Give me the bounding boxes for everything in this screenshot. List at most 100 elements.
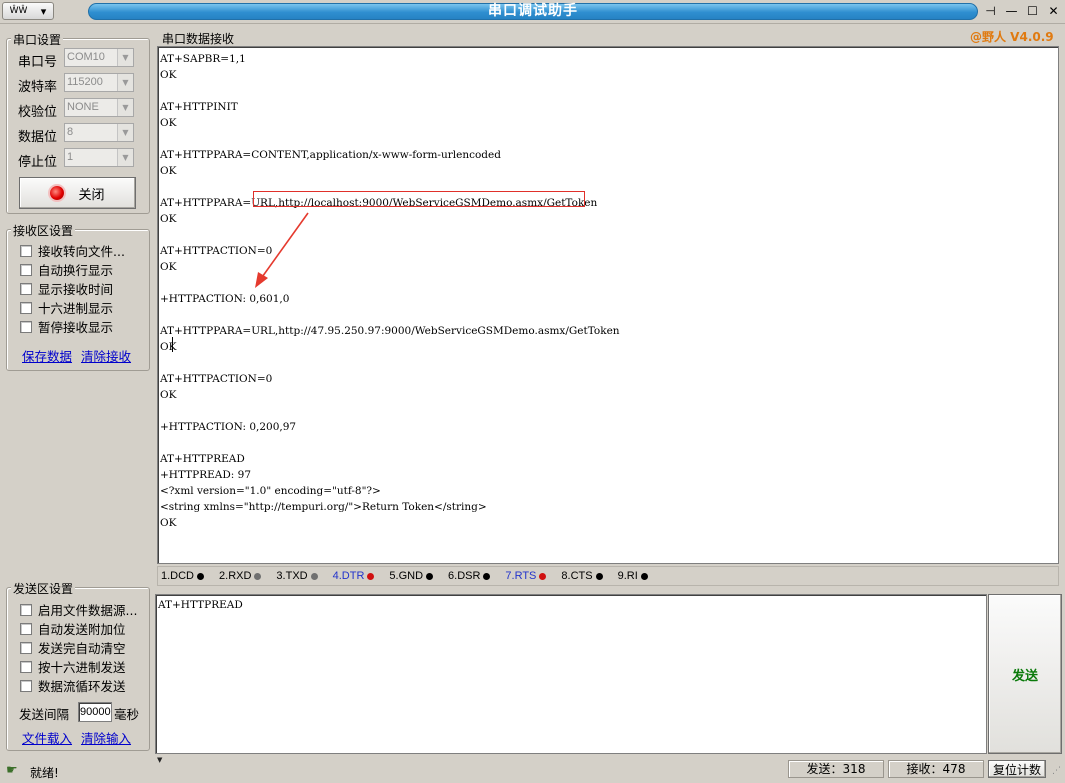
- receive-text: AT+SAPBR=1,1 OK AT+HTTPINIT OK AT+HTTPPARA…: [160, 51, 620, 531]
- status-ready: 就绪!: [30, 766, 59, 780]
- receive-line: AT+SAPBR=1,1: [160, 53, 246, 65]
- pin-label: 6.DSR: [448, 570, 481, 582]
- dropdown-arrow-icon: ▼: [117, 149, 133, 166]
- send-option-auto-clear[interactable]: 发送完自动清空: [20, 638, 137, 657]
- receive-line: OK: [160, 117, 177, 129]
- recv-option-to-file[interactable]: 接收转向文件...: [20, 241, 125, 260]
- stopbits-label: 停止位: [18, 155, 58, 170]
- interval-label: 发送间隔: [19, 707, 70, 722]
- databits-label: 数据位: [18, 130, 58, 145]
- maximize-button[interactable]: ☐: [1024, 4, 1042, 20]
- clear-input-link[interactable]: 清除输入: [81, 728, 131, 747]
- receive-line: AT+HTTPINIT: [160, 101, 238, 113]
- send-option-append[interactable]: 自动发送附加位: [20, 619, 137, 638]
- chevron-down-icon: ▾: [40, 4, 47, 18]
- pin-icon[interactable]: ⊣: [982, 4, 1000, 20]
- checkbox[interactable]: [20, 244, 32, 257]
- receive-line: OK: [160, 261, 177, 273]
- checkbox[interactable]: [20, 603, 32, 616]
- parity-select[interactable]: NONE ▼: [64, 98, 134, 117]
- send-button[interactable]: 发送: [988, 594, 1062, 754]
- reset-count-button[interactable]: 复位计数: [988, 760, 1046, 778]
- pin-indicator: 5.GND: [389, 570, 434, 582]
- close-port-button[interactable]: 关闭: [19, 177, 136, 209]
- pin-status-dot-icon: [539, 572, 547, 580]
- pin-label: 5.GND: [389, 570, 424, 582]
- receive-settings-group: 接收区设置 接收转向文件... 自动换行显示 显示接收时间 十六进制显示 暂停接…: [6, 222, 150, 371]
- receive-line: <?xml version="1.0" encoding="utf-8"?>: [160, 485, 381, 497]
- pin-indicator: 3.TXD: [276, 570, 318, 582]
- checkbox[interactable]: [20, 660, 32, 673]
- pin-indicator: 1.DCD: [161, 570, 205, 582]
- checkbox[interactable]: [20, 263, 32, 276]
- dropdown-arrow-icon: ▼: [117, 74, 133, 91]
- send-option-file-source[interactable]: 启用文件数据源...: [20, 600, 137, 619]
- version-label: @野人 V4.0.9: [970, 30, 1054, 44]
- receive-line: OK: [160, 341, 177, 353]
- receive-textarea[interactable]: AT+SAPBR=1,1 OK AT+HTTPINIT OK AT+HTTPPARA…: [157, 46, 1059, 564]
- resize-grip-icon: ⋰: [1052, 766, 1061, 776]
- send-option-loop[interactable]: 数据流循环发送: [20, 676, 137, 695]
- recv-option-pause[interactable]: 暂停接收显示: [20, 317, 125, 336]
- send-settings-title: 发送区设置: [11, 580, 76, 597]
- receive-line: AT+HTTPREAD: [160, 453, 245, 465]
- recv-option-hex[interactable]: 十六进制显示: [20, 298, 125, 317]
- checkbox[interactable]: [20, 641, 32, 654]
- receive-line: OK: [160, 165, 177, 177]
- checkbox[interactable]: [20, 301, 32, 314]
- pin-label: 1.DCD: [161, 570, 195, 582]
- highlight-rectangle: [253, 191, 585, 207]
- red-light-icon: [50, 186, 65, 200]
- parity-label: 校验位: [18, 105, 58, 120]
- pin-label: 8.CTS: [561, 570, 593, 582]
- dropdown-arrow-icon: ▼: [117, 49, 133, 66]
- receive-line: [160, 83, 620, 99]
- receive-line: [160, 227, 620, 243]
- text-caret: [172, 337, 173, 352]
- receive-line: <string xmlns="http://tempuri.org/">Retu…: [160, 501, 487, 513]
- receive-line: [160, 435, 620, 451]
- dropdown-arrow-icon: ▼: [117, 124, 133, 141]
- status-bar: ☛ 就绪! 发送：318 接收：478 复位计数 ⋰: [0, 758, 1065, 783]
- receive-line: OK: [160, 517, 177, 529]
- pin-status-dot-icon: [483, 572, 491, 580]
- system-menu-button[interactable]: ŴŴ ▾: [2, 2, 54, 20]
- send-settings-group: 发送区设置 启用文件数据源... 自动发送附加位 发送完自动清空 按十六进制发送…: [6, 580, 150, 751]
- pin-status-dot-icon: [595, 572, 603, 580]
- recv-option-show-time[interactable]: 显示接收时间: [20, 279, 125, 298]
- receive-line: +HTTPACTION: 0,200,97: [160, 421, 297, 433]
- send-option-hex[interactable]: 按十六进制发送: [20, 657, 137, 676]
- baud-select[interactable]: 115200 ▼: [64, 73, 134, 92]
- ready-icon: ☛: [6, 763, 18, 778]
- receive-line: OK: [160, 213, 177, 225]
- minimize-button[interactable]: —: [1003, 4, 1021, 20]
- send-text: AT+HTTPREAD: [158, 599, 243, 611]
- checkbox[interactable]: [20, 622, 32, 635]
- pin-indicator: 4.DTR: [333, 570, 375, 582]
- save-data-link[interactable]: 保存数据: [22, 346, 72, 365]
- clear-receive-link[interactable]: 清除接收: [81, 346, 131, 365]
- port-label: 串口号: [18, 55, 58, 70]
- pin-status-dot-icon: [426, 572, 434, 580]
- recv-option-auto-wrap[interactable]: 自动换行显示: [20, 260, 125, 279]
- window-title: 串口调试助手: [88, 3, 978, 20]
- interval-input[interactable]: 90000: [78, 702, 112, 722]
- checkbox[interactable]: [20, 679, 32, 692]
- load-file-link[interactable]: 文件载入: [22, 728, 72, 747]
- baud-label: 波特率: [18, 80, 58, 95]
- databits-select[interactable]: 8 ▼: [64, 123, 134, 142]
- pin-status-dot-icon: [254, 572, 262, 580]
- send-textarea[interactable]: AT+HTTPREAD: [155, 594, 987, 754]
- close-window-button[interactable]: ✕: [1045, 4, 1063, 20]
- dropdown-arrow-icon: ▼: [117, 99, 133, 116]
- checkbox[interactable]: [20, 282, 32, 295]
- checkbox[interactable]: [20, 320, 32, 333]
- receive-line: [160, 307, 620, 323]
- receive-line: AT+HTTPPARA=CONTENT,application/x-www-fo…: [160, 149, 501, 161]
- serial-settings-title: 串口设置: [11, 31, 64, 48]
- pin-label: 7.RTS: [505, 570, 537, 582]
- port-select[interactable]: COM10 ▼: [64, 48, 134, 67]
- interval-unit: 毫秒: [114, 707, 140, 722]
- stopbits-select[interactable]: 1 ▼: [64, 148, 134, 167]
- pin-indicator: 9.RI: [618, 570, 648, 582]
